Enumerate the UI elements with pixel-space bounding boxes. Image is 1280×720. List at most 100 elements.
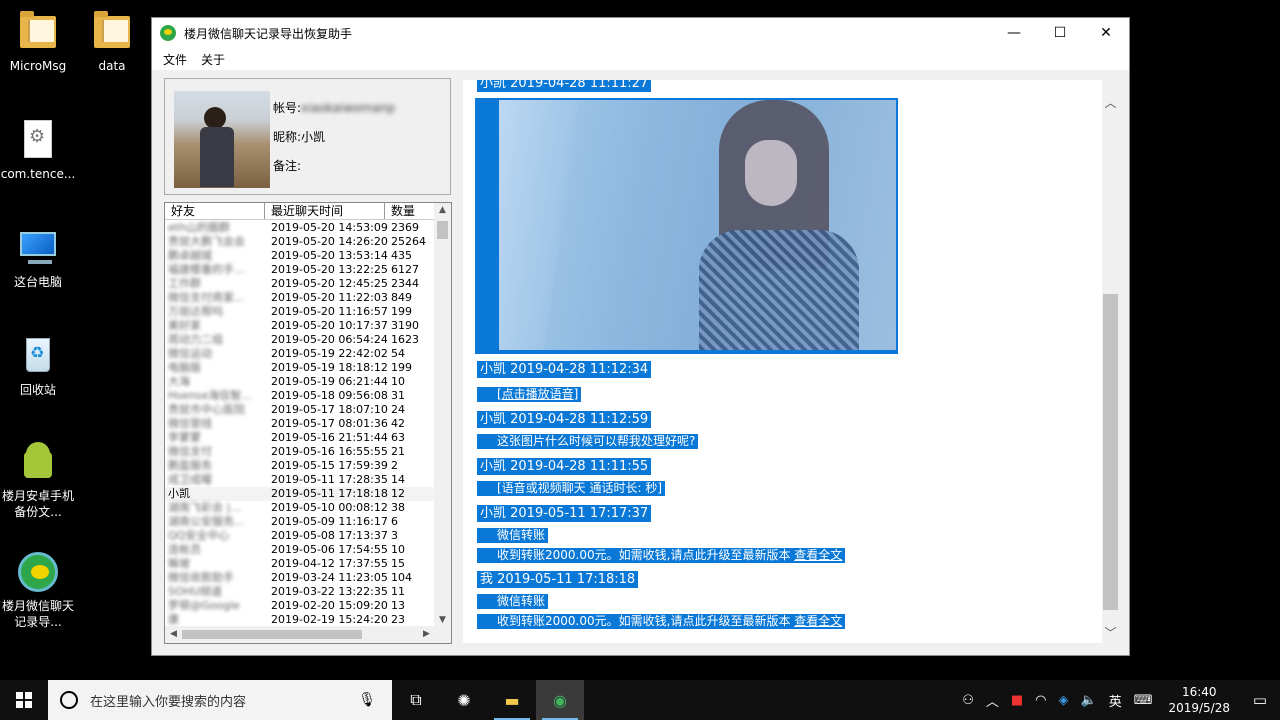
taskbar-app-pinwheel[interactable]: ✺ bbox=[440, 680, 488, 720]
scroll-thumb[interactable] bbox=[182, 630, 362, 639]
friend-row[interactable]: 嘛坡 2019-04-12 17:37:55 15 bbox=[165, 557, 435, 571]
scroll-right-icon[interactable]: ▶ bbox=[418, 629, 435, 639]
window-title: 楼月微信聊天记录导出恢复助手 bbox=[184, 26, 353, 41]
maximize-button[interactable]: ☐ bbox=[1037, 18, 1083, 48]
volume-icon[interactable]: 🔈 bbox=[1075, 693, 1103, 708]
friend-row[interactable]: 湖南飞彩会 |... 2019-05-10 00:08:12 38 bbox=[165, 501, 435, 515]
chat-view[interactable]: 小凯 2019-04-28 11:11:27 小凯 2019-04-28 11:… bbox=[463, 80, 1102, 643]
desktop-icon-this-pc[interactable]: 这台电脑 bbox=[0, 226, 76, 290]
chat-vscrollbar[interactable]: ︿ ﹀ bbox=[1102, 80, 1119, 643]
friend-message-count: 10 bbox=[391, 375, 405, 388]
message-header: 小凯 2019-04-28 11:11:55 bbox=[477, 458, 652, 475]
scroll-down-icon[interactable]: ﹀ bbox=[1102, 624, 1119, 641]
friend-name: 微信支付商家... bbox=[168, 291, 245, 304]
network-icon[interactable]: ◠ bbox=[1029, 693, 1052, 708]
taskbar-app-explorer[interactable]: ▬ bbox=[488, 680, 536, 720]
friend-name: 贵就市中心医院 bbox=[168, 403, 245, 416]
clock[interactable]: 16:40 2019/5/28 bbox=[1158, 684, 1240, 716]
title-bar[interactable]: 楼月微信聊天记录导出恢复助手 — ☐ ✕ bbox=[152, 18, 1129, 48]
friend-row[interactable]: 李蒙蒙 2019-05-16 21:51:44 63 bbox=[165, 431, 435, 445]
friend-row[interactable]: 贵就市中心医院 2019-05-17 18:07:10 24 bbox=[165, 403, 435, 417]
friend-row[interactable]: eth山的圈群 2019-05-20 14:53:09 2369 bbox=[165, 221, 435, 235]
scroll-up-icon[interactable]: ▲ bbox=[434, 205, 451, 215]
start-button[interactable] bbox=[0, 680, 48, 720]
task-view-button[interactable]: ⧉ bbox=[392, 680, 440, 720]
scroll-thumb[interactable] bbox=[437, 221, 448, 239]
friend-row[interactable]: 微信收款助手 2019-03-24 11:23:05 104 bbox=[165, 571, 435, 585]
friend-list[interactable]: 好友 最近聊天时间 数量 eth山的圈群 2019-05-20 14:53:09 2… bbox=[164, 202, 452, 644]
friend-row[interactable]: QQ安全中心 2019-05-08 17:13:37 3 bbox=[165, 529, 435, 543]
scroll-left-icon[interactable]: ◀ bbox=[165, 629, 182, 639]
friend-message-count: 6 bbox=[391, 515, 398, 528]
menu-file[interactable]: 文件 bbox=[156, 51, 194, 68]
voice-message[interactable]: [点击播放语音] bbox=[477, 387, 582, 402]
friend-last-chat-time: 2019-03-22 13:22:35 bbox=[271, 585, 388, 598]
friend-name: eth山的圈群 bbox=[168, 221, 231, 234]
friend-row[interactable]: 康 2019-02-19 15:24:20 23 bbox=[165, 613, 435, 627]
friend-list-vscrollbar[interactable]: ▲ ▼ bbox=[434, 203, 451, 627]
friend-message-count: 15 bbox=[391, 557, 405, 570]
friend-row[interactable]: 工作群 2019-05-20 12:45:25 2344 bbox=[165, 277, 435, 291]
friend-name: 鹏盈服务 bbox=[168, 459, 212, 472]
friend-row[interactable]: 罗顿@Google 2019-02-20 15:09:20 13 bbox=[165, 599, 435, 613]
friend-row[interactable]: 贵就大鹏飞会会 2019-05-20 14:26:20 25264 bbox=[165, 235, 435, 249]
minimize-button[interactable]: — bbox=[991, 18, 1037, 48]
view-full-link[interactable]: 查看全文 bbox=[794, 614, 842, 628]
shield-icon[interactable]: ◈ bbox=[1053, 693, 1075, 708]
scroll-down-icon[interactable]: ▼ bbox=[434, 615, 451, 625]
taskbar-search[interactable]: 在这里输入你要搜索的内容 🎙 bbox=[48, 680, 392, 720]
column-header-count[interactable]: 数量 bbox=[385, 203, 435, 219]
column-header-last-chat[interactable]: 最近聊天时间 bbox=[265, 203, 385, 219]
desktop-icon-com-tencent[interactable]: com.tence... bbox=[0, 118, 76, 182]
friend-row[interactable]: 电脑版 2019-05-19 18:18:12 199 bbox=[165, 361, 435, 375]
message-image[interactable] bbox=[499, 100, 896, 350]
desktop-icon-micromsg[interactable]: MicroMsg bbox=[0, 10, 76, 74]
people-icon[interactable]: ⚇ bbox=[956, 693, 980, 708]
friend-message-count: 6127 bbox=[391, 263, 419, 276]
view-full-link[interactable]: 查看全文 bbox=[794, 548, 842, 562]
keyboard-icon[interactable]: ⌨ bbox=[1128, 693, 1159, 708]
friend-name: 微信支付 bbox=[168, 445, 212, 458]
play-voice-link[interactable]: [点击播放语音] bbox=[497, 387, 578, 401]
friend-last-chat-time: 2019-05-08 17:13:37 bbox=[271, 529, 388, 542]
friend-row[interactable]: Hsense海信智... 2019-05-18 09:56:08 31 bbox=[165, 389, 435, 403]
friend-row[interactable]: 鹏盈服务 2019-05-15 17:59:39 2 bbox=[165, 459, 435, 473]
friend-list-hscrollbar[interactable]: ◀ ▶ bbox=[165, 626, 435, 643]
friend-row[interactable]: 周动力二组 2019-05-20 06:54:24 1623 bbox=[165, 333, 435, 347]
friend-row[interactable]: 万丽达帮吗 2019-05-20 11:16:57 199 bbox=[165, 305, 435, 319]
menu-about[interactable]: 关于 bbox=[194, 51, 232, 68]
friend-row[interactable]: 福建樱番的手... 2019-05-20 13:22:25 6127 bbox=[165, 263, 435, 277]
ime-indicator[interactable]: 英 bbox=[1103, 691, 1128, 710]
taskbar-app-wechat-recovery[interactable]: ◉ bbox=[536, 680, 584, 720]
friend-row[interactable]: 连帐员 2019-05-06 17:54:55 10 bbox=[165, 543, 435, 557]
close-button[interactable]: ✕ bbox=[1083, 18, 1129, 48]
friend-row[interactable]: 湖南公安服务... 2019-05-09 11:16:17 6 bbox=[165, 515, 435, 529]
show-hidden-icons-icon[interactable]: ︿ bbox=[980, 691, 1005, 710]
friend-last-chat-time: 2019-05-20 12:45:25 bbox=[271, 277, 388, 290]
clock-date: 2019/5/28 bbox=[1168, 701, 1230, 715]
friend-row[interactable]: 微信运动 2019-05-19 22:42:02 54 bbox=[165, 347, 435, 361]
friend-row[interactable]: 微信管线 2019-05-17 08:01:36 42 bbox=[165, 417, 435, 431]
friend-row[interactable]: SOHU频道 2019-03-22 13:22:35 11 bbox=[165, 585, 435, 599]
friend-row[interactable]: 美好家 2019-05-20 10:17:37 3190 bbox=[165, 319, 435, 333]
desktop-icon-wechat-recovery[interactable]: 楼月微信聊天记录导... bbox=[0, 550, 76, 630]
app-icon bbox=[160, 25, 176, 41]
message-header: 小凯 2019-04-28 11:11:27 bbox=[477, 80, 652, 92]
security-icon[interactable]: ■ bbox=[1005, 693, 1029, 708]
column-header-friend[interactable]: 好友 bbox=[165, 203, 265, 219]
desktop-icon-data[interactable]: data bbox=[74, 10, 150, 74]
friend-row[interactable]: 成卫成曜 2019-05-11 17:28:35 14 bbox=[165, 473, 435, 487]
friend-row[interactable]: 微信支付 2019-05-16 16:55:55 21 bbox=[165, 445, 435, 459]
desktop-icon-android-backup[interactable]: 楼月安卓手机备份文... bbox=[0, 440, 76, 520]
friend-row[interactable]: 小凯 2019-05-11 17:18:18 12 bbox=[165, 487, 435, 501]
system-tray: ⚇ ︿ ■ ◠ ◈ 🔈 英 ⌨ 16:40 2019/5/28 ▭ bbox=[956, 680, 1280, 720]
scroll-thumb[interactable] bbox=[1103, 294, 1118, 610]
friend-row[interactable]: 大海 2019-05-19 06:21:44 10 bbox=[165, 375, 435, 389]
microphone-icon[interactable]: 🎙 bbox=[358, 692, 376, 708]
desktop-icon-recycle-bin[interactable]: 回收站 bbox=[0, 334, 76, 398]
friend-message-count: 104 bbox=[391, 571, 412, 584]
friend-row[interactable]: 鹏卓越城 2019-05-20 13:53:14 435 bbox=[165, 249, 435, 263]
scroll-up-icon[interactable]: ︿ bbox=[1102, 94, 1119, 111]
friend-row[interactable]: 微信支付商家... 2019-05-20 11:22:03 849 bbox=[165, 291, 435, 305]
notification-icon[interactable]: ▭ bbox=[1240, 691, 1280, 709]
